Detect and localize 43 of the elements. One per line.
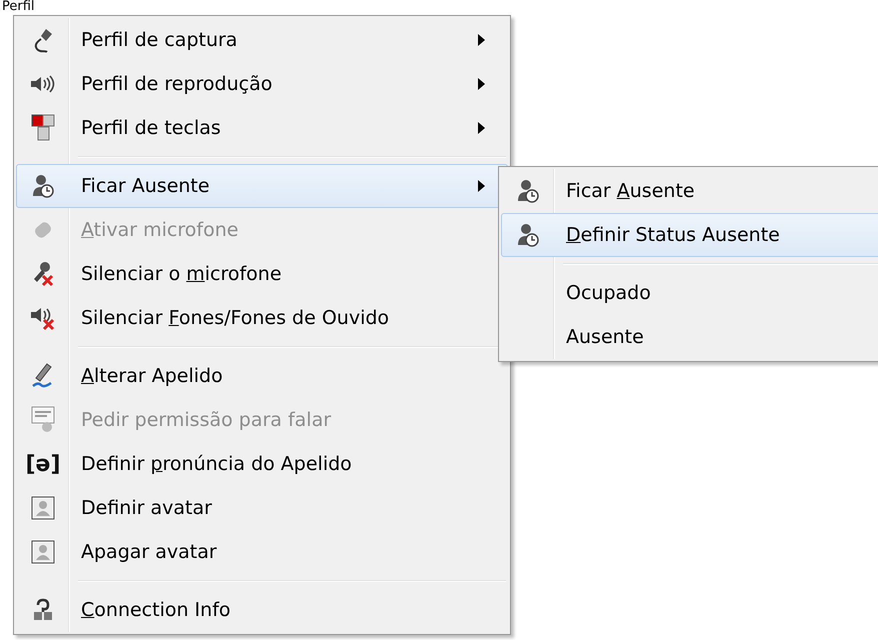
menu-item-label: Definir avatar	[81, 497, 212, 519]
menu-item-label: Pedir permissão para falar	[81, 409, 332, 431]
speaker-muted-icon	[30, 305, 56, 331]
menu-item-label: Silenciar o microfone	[81, 263, 282, 285]
submenu-arrow-icon	[478, 180, 485, 192]
menu-item-label: Ativar microfone	[81, 219, 238, 241]
menu-item-label: Definir Status Ausente	[566, 224, 780, 246]
submenu-arrow-icon	[478, 122, 485, 134]
menu-item[interactable]: Perfil de teclas	[16, 106, 508, 150]
menu-item[interactable]: Definir avatar	[16, 486, 508, 530]
question-mark-icon	[32, 598, 54, 622]
menu-item-label: Perfil de teclas	[81, 117, 221, 139]
menu-item-label: Silenciar Fones/Fones de Ouvido	[81, 307, 390, 329]
menu-item-label: Ficar Ausente	[566, 180, 695, 202]
menu-item[interactable]: Perfil de reprodução	[16, 62, 508, 106]
user-clock-icon	[517, 179, 539, 203]
menu-item[interactable]: Connection Info	[16, 588, 508, 632]
menu-item-label: Ausente	[566, 326, 644, 348]
menu-heading: Perfil	[2, 0, 35, 14]
keys-icon	[31, 114, 55, 142]
menu-item-label: Ocupado	[566, 282, 651, 304]
menu-item-label: Connection Info	[81, 599, 231, 621]
microphone-muted-icon	[31, 261, 55, 287]
menu-item-label: Apagar avatar	[81, 541, 217, 563]
menu-item-label: Definir pronúncia do Apelido	[81, 453, 352, 475]
speech-card-icon	[31, 406, 55, 434]
speaker-icon	[30, 75, 56, 93]
menu-item-label: Perfil de captura	[81, 29, 238, 51]
menu-item-label: Perfil de reprodução	[81, 73, 272, 95]
user-clock-icon	[517, 223, 539, 247]
submenu-arrow-icon	[478, 78, 485, 90]
schwa-icon: [ə]	[25, 452, 61, 476]
avatar-icon	[31, 496, 55, 520]
menu-item[interactable]: Apagar avatar	[16, 530, 508, 574]
user-clock-icon	[32, 174, 54, 198]
menu-item-label: Alterar Apelido	[81, 365, 223, 387]
menu-item[interactable]: Definir Status Ausente	[501, 213, 878, 257]
submenu-arrow-icon	[478, 34, 485, 46]
menu-item[interactable]: Ficar Ausente	[16, 164, 508, 208]
menu-item-label: Ficar Ausente	[81, 175, 210, 197]
avatar-icon	[31, 540, 55, 564]
menu-item[interactable]: [ə] Definir pronúncia do Apelido	[16, 442, 508, 486]
menu-item[interactable]: Perfil de captura	[16, 18, 508, 62]
